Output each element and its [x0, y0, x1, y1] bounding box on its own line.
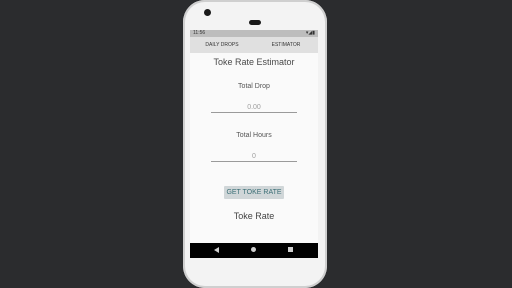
total-hours-label: Total Hours [236, 132, 272, 139]
system-nav-bar [190, 243, 318, 258]
total-drop-input[interactable]: 0.00 [211, 104, 297, 113]
toke-rate-result: Toke Rate [233, 211, 275, 221]
estimator-content: Toke Rate Estimator Total Drop 0.00 Tota… [190, 53, 318, 243]
front-camera [204, 9, 211, 16]
tab-daily-drops[interactable]: DAILY DROPS [190, 37, 254, 53]
home-icon[interactable] [251, 247, 256, 252]
tab-bar: DAILY DROPS ESTIMATOR [190, 37, 318, 53]
earpiece-speaker [249, 20, 261, 25]
page-title: Toke Rate Estimator [213, 57, 295, 67]
total-hours-input[interactable]: 0 [211, 153, 297, 162]
get-toke-rate-button[interactable]: GET TOKE RATE [224, 186, 284, 199]
status-icons: ▾◢▮ [305, 30, 315, 36]
back-icon[interactable] [214, 247, 219, 253]
status-bar: 11:56 ▾◢▮ [190, 30, 318, 37]
status-time: 11:56 [193, 30, 206, 36]
tab-estimator[interactable]: ESTIMATOR [254, 37, 318, 53]
total-drop-label: Total Drop [238, 83, 270, 90]
app-screen: 11:56 ▾◢▮ DAILY DROPS ESTIMATOR Toke Rat… [190, 30, 318, 258]
recent-apps-icon[interactable] [288, 247, 293, 252]
